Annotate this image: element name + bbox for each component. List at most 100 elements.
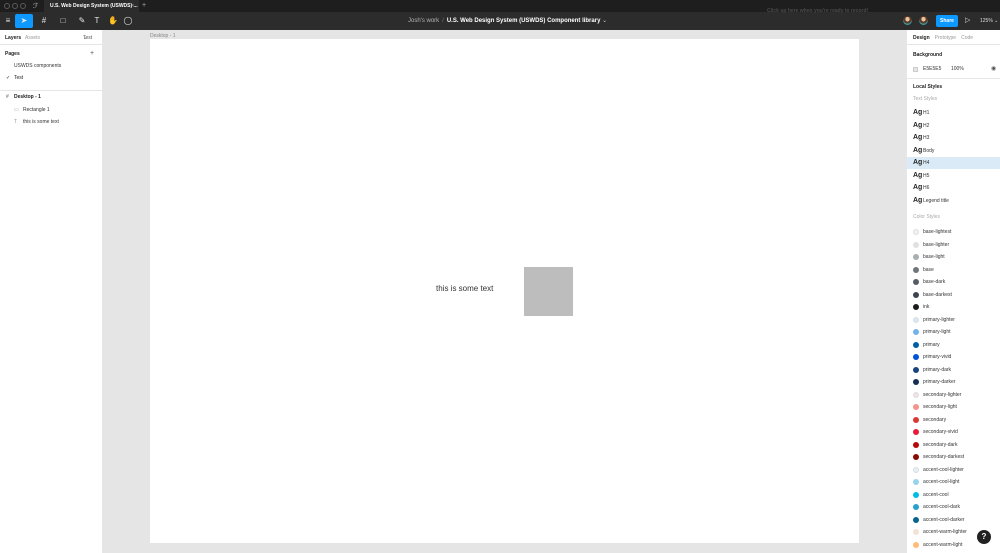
background-row[interactable]: E5E5E5 100% ◉ (913, 66, 997, 74)
color-style-item[interactable]: primary-light (907, 326, 1000, 338)
color-style-item[interactable]: primary-lighter (907, 314, 1000, 326)
page-item-uswds-components[interactable]: USWDS components (14, 63, 61, 69)
color-style-item[interactable]: primary-darker (907, 376, 1000, 388)
present-play-icon[interactable]: ▷ (965, 15, 970, 27)
color-style-item[interactable]: base-darkest (907, 289, 1000, 301)
tab-prototype[interactable]: Prototype (935, 35, 956, 41)
tab-design[interactable]: Design (913, 35, 930, 41)
eye-icon[interactable]: ◉ (991, 65, 996, 72)
color-style-item[interactable]: secondary-light (907, 401, 1000, 413)
color-style-label: accent-cool-darker (923, 516, 965, 523)
color-style-item[interactable]: base (907, 264, 1000, 276)
help-button[interactable]: ? (977, 530, 991, 544)
canvas-frame[interactable] (150, 39, 859, 543)
color-style-item[interactable]: secondary-darkest (907, 451, 1000, 463)
color-style-item[interactable]: primary-dark (907, 364, 1000, 376)
color-style-item[interactable]: base-lightest (907, 226, 1000, 238)
color-style-item[interactable]: accent-cool-darker (907, 514, 1000, 526)
text-style-item[interactable]: Ag H4 (907, 157, 1000, 169)
avatar[interactable] (902, 15, 913, 26)
avatar[interactable] (918, 15, 929, 26)
color-style-label: primary-light (923, 329, 951, 335)
text-tool-icon[interactable]: T (92, 14, 102, 28)
layer-text[interactable]: this is some text (23, 119, 59, 125)
text-style-item[interactable]: Ag Legend title (907, 195, 1000, 207)
canvas-text-layer[interactable]: this is some text (436, 284, 493, 293)
color-style-label: base-lightest (923, 229, 952, 235)
breadcrumb: Josh's work / U.S. Web Design System (USWD… (408, 12, 607, 30)
background-hex[interactable]: E5E5E5 (923, 66, 941, 72)
add-page-icon[interactable]: + (90, 50, 94, 57)
page-item-test[interactable]: Test (14, 75, 23, 81)
text-styles-heading: Text Styles (913, 96, 938, 102)
color-style-item[interactable]: secondary (907, 414, 1000, 426)
color-style-item[interactable]: base-dark (907, 276, 1000, 288)
comment-tool-icon[interactable]: ◯ (123, 14, 133, 28)
color-style-label: accent-cool-dark (923, 504, 960, 510)
text-style-item[interactable]: Ag H6 (907, 182, 1000, 194)
color-style-item[interactable]: accent-cool-light (907, 476, 1000, 488)
text-style-item[interactable]: Ag H3 (907, 132, 1000, 144)
color-style-item[interactable]: base-lighter (907, 239, 1000, 251)
color-style-item[interactable]: secondary-lighter (907, 389, 1000, 401)
zoom-level[interactable]: 125% ⌄ (980, 15, 998, 27)
text-style-label: Body (923, 147, 935, 154)
text-style-ag-icon: Ag (913, 134, 923, 141)
color-swatch (913, 541, 919, 548)
color-style-item[interactable]: ink (907, 301, 1000, 313)
tab-code[interactable]: Code (961, 35, 973, 41)
color-style-item[interactable]: accent-cool-dark (907, 501, 1000, 513)
color-style-item[interactable]: secondary-dark (907, 439, 1000, 451)
document-tab-title: U.S. Web Design System (USWDS) ... (50, 3, 138, 9)
divider (907, 78, 1000, 79)
window-minimize-icon[interactable] (12, 3, 18, 9)
document-tab[interactable]: U.S. Web Design System (USWDS) ... × (44, 0, 139, 12)
background-opacity[interactable]: 100% (951, 66, 964, 72)
pen-tool-icon[interactable]: ✎ (75, 14, 89, 28)
right-panel: Design Prototype Code Background E5E5E5 10… (906, 30, 1000, 553)
team-name[interactable]: Josh's work (408, 18, 439, 24)
text-style-label: Legend title (923, 197, 949, 204)
frame-tool-icon[interactable]: # (37, 14, 51, 28)
text-style-item[interactable]: Ag Body (907, 145, 1000, 157)
tab-assets[interactable]: Assets (25, 35, 40, 41)
color-style-item[interactable]: accent-cool-lighter (907, 464, 1000, 476)
text-style-item[interactable]: Ag H5 (907, 170, 1000, 182)
layer-rectangle-1[interactable]: Rectangle 1 (23, 107, 50, 113)
color-style-label: accent-warm-light (923, 541, 963, 548)
share-button[interactable]: Share (936, 15, 958, 27)
background-swatch[interactable] (913, 67, 918, 72)
new-tab-icon[interactable]: + (142, 0, 146, 12)
window-close-icon[interactable] (4, 3, 10, 9)
color-style-label: primary-darker (923, 379, 956, 385)
record-hint: Click up here when you're ready to recor… (767, 8, 869, 14)
file-name[interactable]: U.S. Web Design System (USWDS) Component… (447, 18, 601, 24)
color-style-item[interactable]: secondary-vivid (907, 426, 1000, 438)
color-swatch (913, 329, 919, 335)
text-style-item[interactable]: Ag H1 (907, 107, 1000, 119)
page-selector[interactable]: Test ⌄ (83, 35, 92, 41)
color-style-label: primary-dark (923, 366, 952, 373)
color-style-item[interactable]: primary (907, 339, 1000, 351)
move-tool-icon[interactable]: ➤ (15, 14, 33, 28)
file-menu-chevron-icon[interactable]: ⌄ (602, 18, 607, 24)
color-swatch (913, 504, 919, 510)
hand-tool-icon[interactable]: ✋ (108, 14, 118, 28)
shape-tool-icon[interactable]: □ (56, 14, 70, 28)
close-tab-icon[interactable]: × (131, 0, 134, 12)
color-style-item[interactable]: base-light (907, 251, 1000, 263)
text-style-item[interactable]: Ag H2 (907, 120, 1000, 132)
tab-layers[interactable]: Layers (5, 35, 21, 41)
color-style-item[interactable]: accent-cool (907, 489, 1000, 501)
figma-logo-icon[interactable]: ℱ (33, 2, 39, 10)
color-style-label: base-light (923, 254, 945, 260)
color-swatch (913, 279, 919, 285)
canvas-rectangle[interactable] (524, 267, 573, 316)
main-menu-icon[interactable]: ≡ (3, 14, 13, 28)
zoom-value: 125% (980, 18, 993, 24)
layer-desktop-1[interactable]: Desktop - 1 (14, 94, 41, 100)
window-maximize-icon[interactable] (20, 3, 26, 9)
color-style-item[interactable]: primary-vivid (907, 351, 1000, 363)
divider (0, 90, 103, 91)
color-style-label: base (923, 266, 934, 273)
